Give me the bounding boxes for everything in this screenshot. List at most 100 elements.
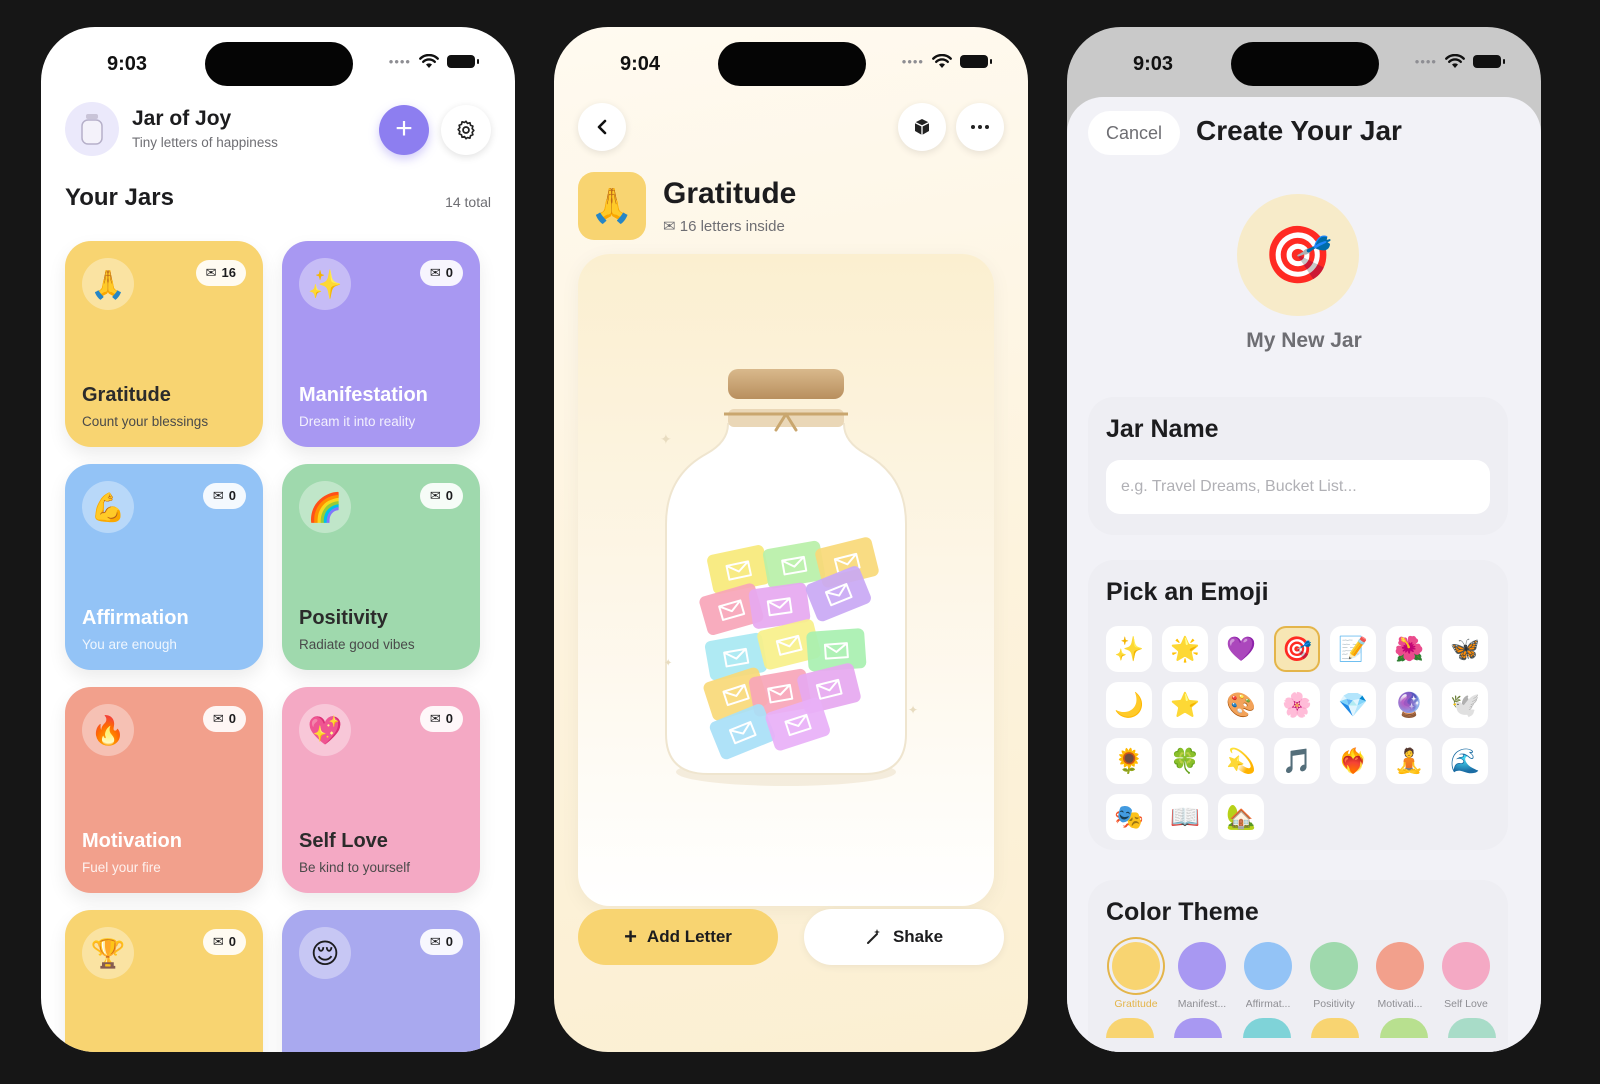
letter-count-badge: ✉ 0 (419, 483, 463, 509)
emoji-option[interactable]: 🌻 (1106, 738, 1152, 784)
emoji-option[interactable]: ✨ (1106, 626, 1152, 672)
jar-card[interactable]: 💪 ✉ 0 Affirmation You are enough (65, 464, 263, 670)
back-button[interactable] (578, 103, 626, 151)
emoji-option[interactable]: 🌟 (1162, 626, 1208, 672)
emoji-option[interactable]: 🏡 (1218, 794, 1264, 840)
add-jar-button[interactable]: + (379, 105, 429, 155)
emoji-option[interactable]: 🎵 (1274, 738, 1320, 784)
status-icons: •••• (389, 54, 479, 69)
jar-description: You are enough (82, 637, 177, 652)
jar-illustration[interactable]: ✦ ✦ ✦ (578, 254, 994, 906)
more-options-button[interactable] (956, 103, 1004, 151)
jar-card[interactable]: 🙏 ✉ 16 Gratitude Count your blessings (65, 241, 263, 447)
jar-emoji-icon: 😌 (299, 927, 351, 979)
jar-name: Affirmation (82, 607, 189, 629)
jar-emoji-icon: 🙏 (82, 258, 134, 310)
color-option[interactable]: Positivity (1304, 942, 1364, 1010)
color-options: Gratitude Manifest... Affirmat... Positivit… (1106, 942, 1496, 1010)
sheet-title: Create Your Jar (1196, 115, 1402, 146)
app-title: Jar of Joy (132, 107, 232, 130)
jar-preview-emoji: 🎯 (1237, 194, 1359, 316)
color-option[interactable]: Manifest... (1172, 942, 1232, 1010)
emoji-option[interactable]: 🌸 (1274, 682, 1320, 728)
jar-card[interactable]: 💖 ✉ 0 Self Love Be kind to yourself (282, 687, 480, 893)
battery-icon (960, 55, 992, 68)
dynamic-island (1231, 42, 1379, 86)
color-option[interactable]: Self Love (1436, 942, 1496, 1010)
emoji-option[interactable]: 🌙 (1106, 682, 1152, 728)
jar-emoji-icon: ✨ (299, 258, 351, 310)
dynamic-island (718, 42, 866, 86)
emoji-option[interactable]: 🌺 (1386, 626, 1432, 672)
jar-emoji-icon: 🏆 (82, 927, 134, 979)
status-time: 9:03 (107, 53, 148, 75)
cancel-button[interactable]: Cancel (1088, 111, 1181, 155)
jar-card[interactable]: 😌 ✉ 0 (282, 910, 480, 1052)
jar-name-label: Jar Name (1106, 415, 1219, 443)
jar-name: Positivity (299, 607, 388, 629)
color-swatch[interactable] (1242, 1018, 1291, 1038)
jar-card[interactable]: 🌈 ✉ 0 Positivity Radiate good vibes (282, 464, 480, 670)
emoji-option[interactable]: 🔮 (1386, 682, 1432, 728)
emoji-option[interactable]: 📖 (1162, 794, 1208, 840)
letter-count: ✉ 16 letters inside (663, 217, 785, 235)
envelope-icon: ✉ (212, 711, 224, 726)
color-swatch[interactable] (1174, 1018, 1223, 1038)
plus-icon: + (624, 924, 637, 949)
emoji-option[interactable]: 📝 (1330, 626, 1376, 672)
archive-button[interactable] (898, 103, 946, 151)
emoji-option[interactable]: 🦋 (1442, 626, 1488, 672)
emoji-option[interactable]: 🎯 (1274, 626, 1320, 672)
color-name: Self Love (1444, 998, 1488, 1010)
emoji-option[interactable]: 🍀 (1162, 738, 1208, 784)
jar-emoji-icon: 💖 (299, 704, 351, 756)
color-name: Manifest... (1177, 998, 1227, 1010)
emoji-option[interactable]: 💎 (1330, 682, 1376, 728)
emoji-option[interactable]: 🎨 (1218, 682, 1264, 728)
jar-card[interactable]: ✨ ✉ 0 Manifestation Dream it into reality (282, 241, 480, 447)
color-option[interactable]: Affirmat... (1238, 942, 1298, 1010)
color-name: Motivati... (1377, 998, 1423, 1010)
emoji-option[interactable]: 💫 (1218, 738, 1264, 784)
app-header: Jar of Joy Tiny letters of happiness + (65, 102, 491, 158)
emoji-option[interactable]: 🧘 (1386, 738, 1432, 784)
color-swatch[interactable] (1311, 1018, 1360, 1038)
color-swatch (1310, 942, 1358, 990)
settings-button[interactable] (441, 105, 491, 155)
jar-name-input[interactable] (1106, 460, 1490, 514)
app-subtitle: Tiny letters of happiness (132, 135, 278, 150)
jar-card[interactable]: 🔥 ✉ 0 Motivation Fuel your fire (65, 687, 263, 893)
letter-count: 0 (228, 934, 236, 949)
jar-description: Fuel your fire (82, 860, 161, 875)
jar-name: Gratitude (82, 384, 171, 406)
emoji-option[interactable]: ⭐ (1162, 682, 1208, 728)
color-swatch (1376, 942, 1424, 990)
chevron-left-icon (597, 119, 607, 135)
emoji-option[interactable]: 🎭 (1106, 794, 1152, 840)
emoji-option[interactable]: 🌊 (1442, 738, 1488, 784)
color-swatch[interactable] (1106, 1018, 1154, 1038)
color-theme-card: Color Theme Gratitude Manifest... Affirmat… (1088, 880, 1508, 1052)
status-time: 9:03 (1133, 53, 1174, 75)
box-icon (914, 119, 930, 135)
wifi-icon (1445, 54, 1465, 68)
color-swatch[interactable] (1379, 1018, 1428, 1038)
color-option[interactable]: Motivati... (1370, 942, 1430, 1010)
signal-icon: •••• (1414, 54, 1437, 69)
jar-card[interactable]: 🏆 ✉ 0 (65, 910, 263, 1052)
phone-home-screen: 9:03 •••• Jar of Joy Tiny letters of hap… (41, 27, 515, 1052)
emoji-option[interactable]: 🕊️ (1442, 682, 1488, 728)
shake-button[interactable]: Shake (804, 909, 1004, 965)
section-title: Your Jars (65, 184, 174, 211)
emoji-option[interactable]: ❤️‍🔥 (1330, 738, 1376, 784)
jar-display-area[interactable]: ✦ ✦ ✦ (578, 254, 994, 906)
add-letter-button[interactable]: + Add Letter (578, 909, 778, 965)
color-swatch[interactable] (1447, 1018, 1496, 1038)
letter-count-badge: ✉ 0 (202, 929, 246, 955)
emoji-option[interactable]: 💜 (1218, 626, 1264, 672)
color-option[interactable]: Gratitude (1106, 942, 1166, 1010)
phone-create-jar-screen: 9:03 •••• Cancel Create Your Jar 🎯 My Ne… (1067, 27, 1541, 1052)
jar-description: Dream it into reality (299, 414, 416, 429)
status-icons: •••• (1414, 54, 1505, 69)
ellipsis-icon (971, 125, 989, 129)
